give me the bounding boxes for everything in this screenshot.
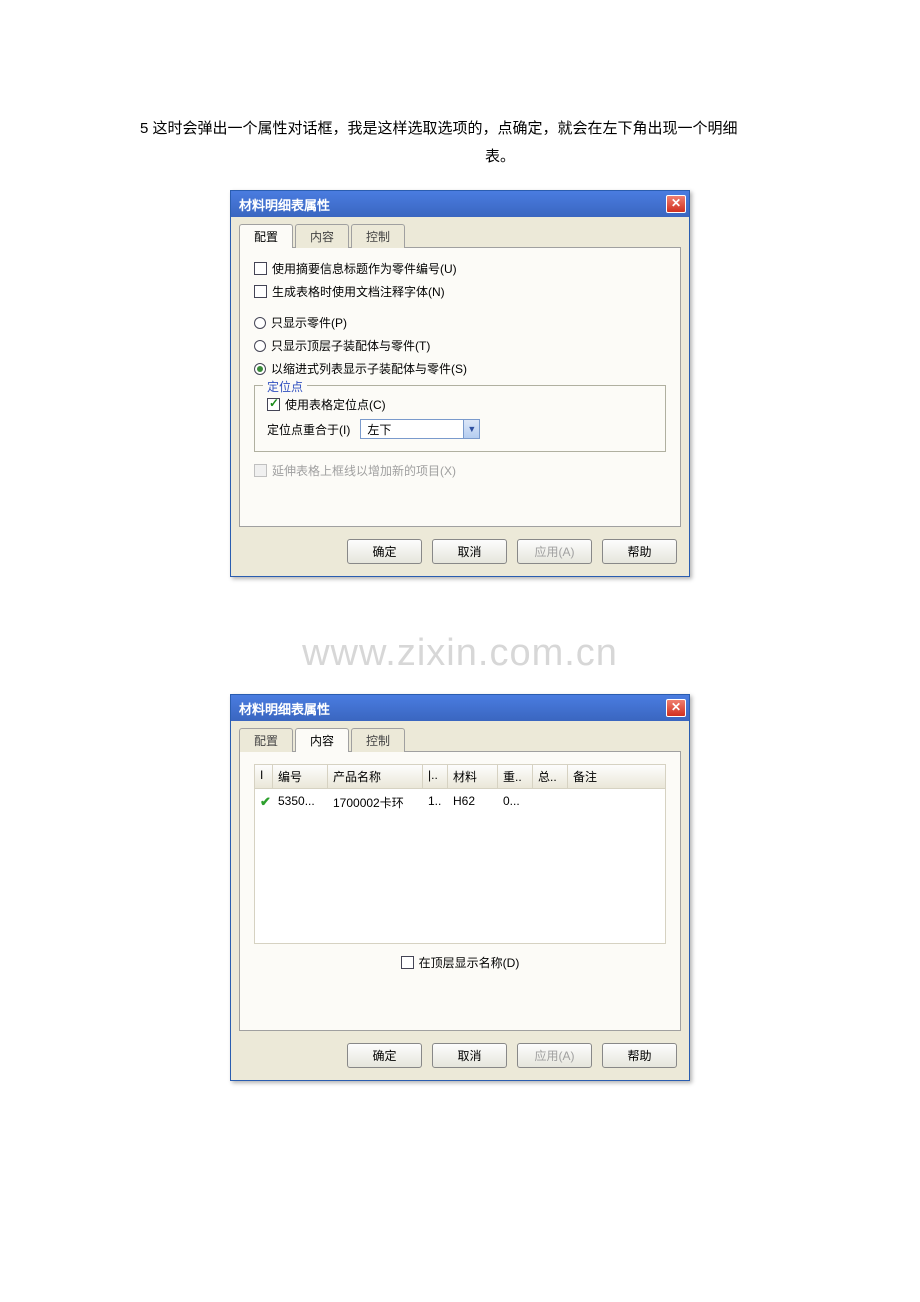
tab-content[interactable]: 内容 xyxy=(295,224,349,248)
anchor-group: 定位点 使用表格定位点(C) 定位点重合于(I) 左下 ▼ xyxy=(254,385,666,452)
radio-icon xyxy=(254,363,266,375)
help-button[interactable]: 帮助 xyxy=(602,1043,677,1068)
dialog-titlebar: 材料明细表属性 ✕ xyxy=(231,695,689,721)
col-status[interactable]: I xyxy=(255,765,273,788)
show-toplevel-label: 只显示顶层子装配体与零件(T) xyxy=(271,337,430,354)
cancel-button[interactable]: 取消 xyxy=(432,1043,507,1068)
description-text: 5 这时会弹出一个属性对话框，我是这样选取选项的，点确定，就会在左下角出现一个明… xyxy=(140,115,860,171)
ok-button[interactable]: 确定 xyxy=(347,1043,422,1068)
show-top-name-checkbox-row[interactable]: 在顶层显示名称(D) xyxy=(254,954,666,971)
close-icon[interactable]: ✕ xyxy=(666,699,686,717)
chevron-down-icon: ▼ xyxy=(463,420,479,438)
dialog-button-row: 确定 取消 应用(A) 帮助 xyxy=(231,527,689,576)
annotation-font-checkbox-label: 生成表格时使用文档注释字体(N) xyxy=(272,283,445,300)
show-indented-radio[interactable]: 以缩进式列表显示子装配体与零件(S) xyxy=(254,360,666,377)
tab-control[interactable]: 控制 xyxy=(351,728,405,752)
col-material[interactable]: 材料 xyxy=(448,765,498,788)
bom-table: I 编号 产品名称 |.. 材料 重.. 总.. 备注 ✔ 5350... 17… xyxy=(254,764,666,944)
col-total[interactable]: 总.. xyxy=(533,765,568,788)
row-partno: 5350... xyxy=(273,792,328,813)
row-material: H62 xyxy=(448,792,498,813)
show-top-name-label: 在顶层显示名称(D) xyxy=(419,954,520,971)
tab-configure[interactable]: 配置 xyxy=(239,224,293,248)
tab-content[interactable]: 内容 xyxy=(295,728,349,752)
table-row[interactable]: ✔ 5350... 1700002卡环 1.. H62 0... xyxy=(255,789,665,813)
description-line1: 5 这时会弹出一个属性对话框，我是这样选取选项的，点确定，就会在左下角出现一个明… xyxy=(140,120,738,137)
checkbox-icon xyxy=(401,956,414,969)
row-weight: 0... xyxy=(498,792,533,813)
show-parts-label: 只显示零件(P) xyxy=(271,314,347,331)
row-qty: 1.. xyxy=(423,792,448,813)
col-partno[interactable]: 编号 xyxy=(273,765,328,788)
checkbox-icon xyxy=(254,464,267,477)
col-name[interactable]: 产品名称 xyxy=(328,765,423,788)
anchor-group-title: 定位点 xyxy=(263,378,307,395)
anchor-position-dropdown[interactable]: 左下 ▼ xyxy=(360,419,480,439)
close-icon[interactable]: ✕ xyxy=(666,195,686,213)
checkbox-icon xyxy=(267,398,280,411)
show-toplevel-radio[interactable]: 只显示顶层子装配体与零件(T) xyxy=(254,337,666,354)
help-button[interactable]: 帮助 xyxy=(602,539,677,564)
dialog-button-row: 确定 取消 应用(A) 帮助 xyxy=(231,1031,689,1080)
annotation-font-checkbox-row[interactable]: 生成表格时使用文档注释字体(N) xyxy=(254,283,666,300)
col-remark[interactable]: 备注 xyxy=(568,765,665,788)
apply-button: 应用(A) xyxy=(517,539,592,564)
extend-frame-checkbox-row: 延伸表格上框线以增加新的项目(X) xyxy=(254,462,666,479)
tab-strip: 配置 内容 控制 xyxy=(239,224,681,248)
anchor-coincide-label: 定位点重合于(I) xyxy=(267,421,350,438)
check-icon: ✔ xyxy=(260,794,271,809)
radio-icon xyxy=(254,340,266,352)
checkbox-icon xyxy=(254,262,267,275)
checkbox-icon xyxy=(254,285,267,298)
apply-button: 应用(A) xyxy=(517,1043,592,1068)
show-parts-radio[interactable]: 只显示零件(P) xyxy=(254,314,666,331)
row-name: 1700002卡环 xyxy=(328,792,423,813)
bom-properties-dialog-content: 材料明细表属性 ✕ 配置 内容 控制 I 编号 产品名称 |.. 材料 重.. … xyxy=(230,694,690,1081)
summary-checkbox-row[interactable]: 使用摘要信息标题作为零件编号(U) xyxy=(254,260,666,277)
tab-panel-content: I 编号 产品名称 |.. 材料 重.. 总.. 备注 ✔ 5350... 17… xyxy=(239,751,681,1031)
ok-button[interactable]: 确定 xyxy=(347,539,422,564)
bom-properties-dialog-configure: 材料明细表属性 ✕ 配置 内容 控制 使用摘要信息标题作为零件编号(U) 生成表… xyxy=(230,190,690,577)
watermark-text: www.zixin.com.cn xyxy=(0,632,920,675)
table-header: I 编号 产品名称 |.. 材料 重.. 总.. 备注 xyxy=(255,765,665,789)
extend-frame-label: 延伸表格上框线以增加新的项目(X) xyxy=(272,462,456,479)
tab-control[interactable]: 控制 xyxy=(351,224,405,248)
tab-configure[interactable]: 配置 xyxy=(239,728,293,752)
dialog-title: 材料明细表属性 xyxy=(239,195,330,214)
col-qty[interactable]: |.. xyxy=(423,765,448,788)
show-indented-label: 以缩进式列表显示子装配体与零件(S) xyxy=(271,360,467,377)
description-line2: 表。 xyxy=(140,143,860,171)
row-status: ✔ xyxy=(255,792,273,813)
use-anchor-checkbox-row[interactable]: 使用表格定位点(C) xyxy=(267,396,653,413)
dialog-title: 材料明细表属性 xyxy=(239,699,330,718)
use-anchor-label: 使用表格定位点(C) xyxy=(285,396,386,413)
summary-checkbox-label: 使用摘要信息标题作为零件编号(U) xyxy=(272,260,457,277)
anchor-position-value: 左下 xyxy=(361,421,463,438)
col-weight[interactable]: 重.. xyxy=(498,765,533,788)
dialog-titlebar: 材料明细表属性 ✕ xyxy=(231,191,689,217)
tab-panel-configure: 使用摘要信息标题作为零件编号(U) 生成表格时使用文档注释字体(N) 只显示零件… xyxy=(239,247,681,527)
cancel-button[interactable]: 取消 xyxy=(432,539,507,564)
radio-icon xyxy=(254,317,266,329)
tab-strip: 配置 内容 控制 xyxy=(239,728,681,752)
